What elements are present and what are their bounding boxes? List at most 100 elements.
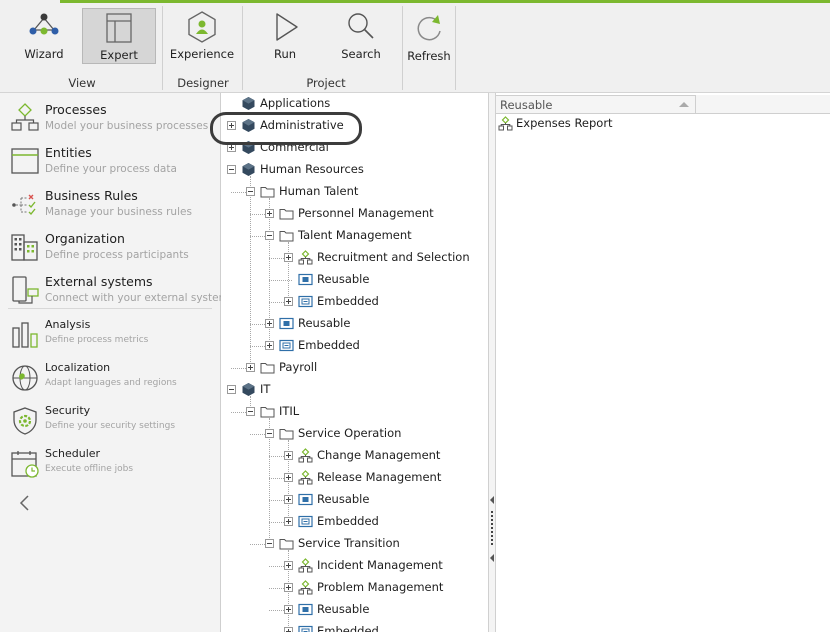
tree-node-label: Problem Management (317, 580, 444, 594)
nav-item-localization[interactable]: Localization Adapt languages and regions (8, 359, 218, 402)
nav-item-business-rules[interactable]: Business Rules Manage your business rule… (8, 185, 218, 228)
tree-connector (269, 302, 284, 303)
tree-connector (269, 588, 284, 589)
left-navigation: Processes Model your business processes … (0, 93, 234, 632)
nav-title: Entities (45, 145, 92, 160)
collapse-icon[interactable] (246, 187, 255, 196)
folder-icon (279, 228, 294, 243)
expand-icon[interactable] (284, 605, 293, 614)
chevron-left-icon[interactable] (16, 493, 34, 513)
expand-icon[interactable] (246, 363, 255, 372)
expand-icon[interactable] (284, 451, 293, 460)
tree-node[interactable]: Reusable (269, 600, 488, 620)
tree-node[interactable]: Payroll (231, 358, 488, 378)
tree-node[interactable]: Embedded (250, 336, 488, 356)
expert-button[interactable]: Expert (82, 8, 156, 64)
expand-icon[interactable] (265, 319, 274, 328)
tree-node[interactable]: Human Talent (231, 182, 488, 202)
tree-node[interactable]: Embedded (269, 512, 488, 532)
nav-subtitle: Model your business processes (45, 120, 209, 132)
tree-node[interactable]: Reusable (269, 270, 488, 290)
scheduler-icon (11, 451, 39, 478)
tree-node[interactable]: Reusable (269, 490, 488, 510)
nav-item-organization[interactable]: Organization Define process participants (8, 228, 218, 271)
collapse-icon[interactable] (246, 407, 255, 416)
search-icon (348, 13, 374, 39)
expand-icon[interactable] (284, 473, 293, 482)
tree-node[interactable]: Service Transition (250, 534, 488, 554)
tree-node[interactable]: Recruitment and Selection (269, 248, 488, 268)
folder-icon (260, 184, 275, 199)
nav-item-analysis[interactable]: Analysis Define process metrics (8, 316, 218, 359)
tree-node[interactable]: Applications (227, 94, 488, 114)
collapse-icon[interactable] (265, 429, 274, 438)
collapse-icon[interactable] (227, 165, 236, 174)
nav-title: Scheduler (45, 447, 101, 460)
column-header-reusable[interactable]: Reusable (496, 95, 696, 114)
expand-icon[interactable] (265, 209, 274, 218)
tree-node[interactable]: Problem Management (269, 578, 488, 598)
tree-node-label: Incident Management (317, 558, 443, 572)
ribbon-toolbar: Wizard Expert Experience Run Search Refr… (0, 0, 830, 93)
expand-icon[interactable] (284, 583, 293, 592)
tree-node-label: Recruitment and Selection (317, 250, 470, 264)
expand-icon[interactable] (284, 561, 293, 570)
tree-node[interactable]: Service Operation (250, 424, 488, 444)
process-icon (298, 250, 313, 265)
ribbon-separator (242, 6, 243, 90)
expand-icon[interactable] (284, 495, 293, 504)
run-label: Run (273, 47, 297, 61)
tree-connector (250, 544, 265, 545)
tree-node-label: Human Resources (260, 162, 364, 176)
tree-node[interactable]: Human Resources (227, 160, 488, 180)
collapse-icon[interactable] (265, 231, 274, 240)
tree-node[interactable]: Reusable (250, 314, 488, 334)
tree-node[interactable]: Embedded (269, 292, 488, 312)
accent-line (60, 0, 830, 3)
tree-node[interactable]: Release Management (269, 468, 488, 488)
search-label: Search (341, 47, 381, 61)
expand-icon[interactable] (284, 253, 293, 262)
nav-title: Analysis (45, 318, 91, 331)
expand-icon[interactable] (265, 341, 274, 350)
run-button[interactable]: Run (248, 8, 322, 64)
nav-item-entities[interactable]: Entities Define your process data (8, 142, 218, 185)
collapse-icon[interactable] (265, 539, 274, 548)
tree-node-label: Release Management (317, 470, 442, 484)
nav-item-security[interactable]: Security Define your security settings (8, 402, 218, 445)
column-header-empty (696, 95, 830, 114)
experience-button[interactable]: Experience (165, 8, 239, 64)
wizard-button[interactable]: Wizard (7, 8, 81, 64)
tree-node[interactable]: IT (227, 380, 488, 400)
tree-node[interactable]: Incident Management (269, 556, 488, 576)
tree-connector (269, 522, 284, 523)
expand-icon[interactable] (284, 297, 293, 306)
expand-icon[interactable] (284, 517, 293, 526)
search-button[interactable]: Search (324, 8, 398, 64)
expand-icon[interactable] (284, 627, 293, 632)
nav-divider (8, 308, 212, 309)
tree-node-label: Human Talent (279, 184, 359, 198)
nav-item-scheduler[interactable]: Scheduler Execute offline jobs (8, 445, 218, 488)
collapse-icon[interactable] (227, 385, 236, 394)
panel-splitter[interactable] (489, 93, 496, 632)
tree-node-label: Personnel Management (298, 206, 434, 220)
tree-node[interactable]: Talent Management (250, 226, 488, 246)
nav-item-processes[interactable]: Processes Model your business processes (8, 99, 218, 142)
analysis-icon (12, 322, 38, 348)
nav-subtitle: Execute offline jobs (45, 464, 134, 474)
tree-node[interactable]: Change Management (269, 446, 488, 466)
external-systems-icon (12, 276, 39, 304)
expert-icon (106, 13, 132, 43)
application-tree: Applications Administrative Commercial Huma… (221, 93, 489, 632)
embedded-icon (279, 338, 294, 353)
nav-subtitle: Define your security settings (45, 421, 176, 431)
ribbon-separator (162, 6, 163, 90)
tree-node[interactable]: Embedded (284, 622, 488, 632)
tree-connector (269, 478, 284, 479)
tree-connector (231, 368, 246, 369)
tree-node[interactable]: Personnel Management (250, 204, 488, 224)
embedded-icon (298, 294, 313, 309)
expert-label: Expert (100, 48, 138, 62)
tree-node[interactable]: ITIL (231, 402, 488, 422)
